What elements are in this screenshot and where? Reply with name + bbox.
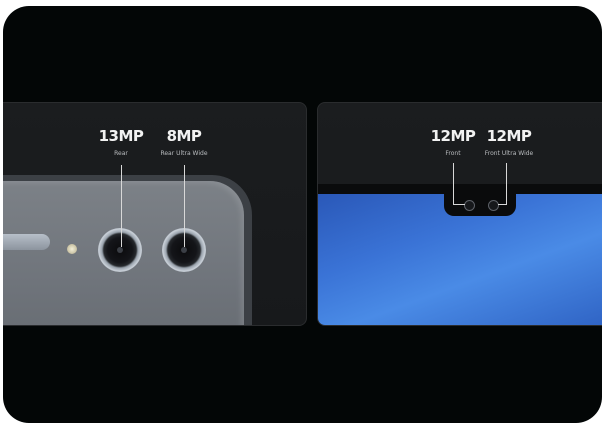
rear-camera-lens — [98, 228, 142, 272]
lens-glint — [181, 247, 187, 253]
image-frame: 13MP Rear 8MP Rear Ultra Wide 12MP Front… — [3, 6, 602, 423]
front-ultra-wide-leader-line — [506, 163, 507, 205]
lens-glint — [117, 247, 123, 253]
front-camera-leader-elbow — [453, 204, 465, 205]
rear-camera-panel: 13MP Rear 8MP Rear Ultra Wide — [3, 102, 307, 326]
front-camera-lens — [464, 200, 475, 211]
front-ultra-wide-megapixels: 12MP — [486, 127, 532, 145]
s-pen — [3, 234, 50, 250]
rear-ultra-wide-leader-line — [184, 165, 185, 247]
front-megapixels: 12MP — [430, 127, 476, 145]
front-ultra-wide-label: Front Ultra Wide — [484, 150, 534, 157]
rear-megapixels: 13MP — [98, 127, 144, 145]
rear-label: Rear — [114, 150, 128, 157]
front-ultra-wide-camera-lens — [488, 200, 499, 211]
rear-ultra-wide-megapixels: 8MP — [166, 127, 202, 145]
flash-icon — [67, 244, 77, 254]
rear-camera-leader-line — [121, 165, 122, 247]
front-camera-panel: 12MP Front 12MP Front Ultra Wide — [317, 102, 602, 326]
rear-ultra-wide-label: Rear Ultra Wide — [160, 150, 208, 157]
front-ultra-wide-leader-elbow — [498, 204, 507, 205]
front-camera-leader-line — [453, 163, 454, 205]
front-label: Front — [445, 150, 461, 157]
